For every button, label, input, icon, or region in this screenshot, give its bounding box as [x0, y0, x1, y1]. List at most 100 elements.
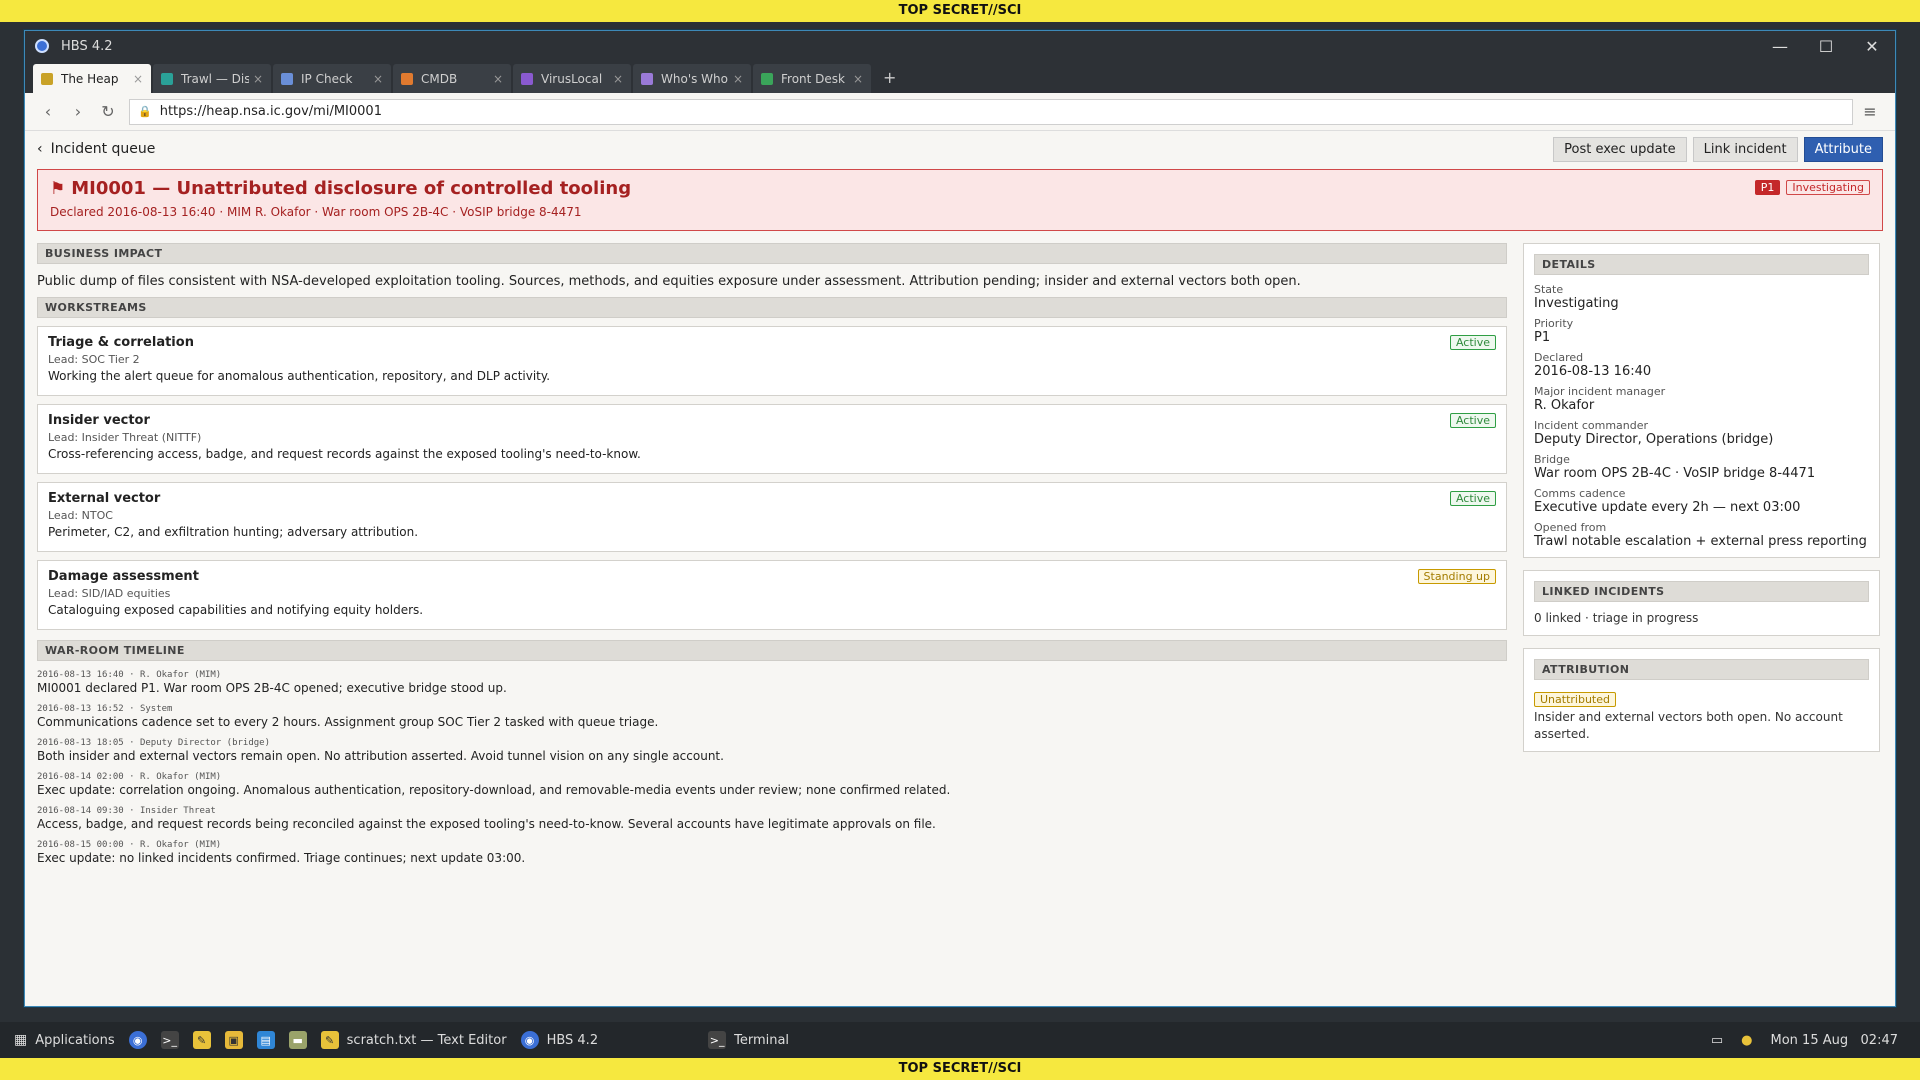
tab-the-heap[interactable]: The Heap × [33, 64, 151, 93]
workstream-card[interactable]: Insider vector Lead: Insider Threat (NITT… [37, 404, 1507, 474]
taskbar-terminal-launcher[interactable]: >_ [160, 1031, 179, 1049]
terminal-window-label: Terminal [734, 1032, 790, 1048]
link-incident-button[interactable]: Link incident [1692, 136, 1798, 162]
reload-button[interactable]: ↻ [93, 102, 123, 121]
detail-value: Investigating [1534, 296, 1619, 311]
document-icon: ▤ [256, 1031, 275, 1049]
taskbar-docs-launcher[interactable]: ▤ [256, 1031, 275, 1049]
tab-who-s-who[interactable]: Who's Who × [633, 64, 751, 93]
clock[interactable]: Mon 15 Aug 02:47 [1771, 1033, 1898, 1048]
clock-time: 02:47 [1860, 1032, 1898, 1048]
taskbar-browser-launcher[interactable]: ◉ [128, 1031, 147, 1049]
attribute-button[interactable]: Attribute [1803, 136, 1883, 162]
applications-menu[interactable]: ▦ Applications [14, 1032, 115, 1048]
side-column: DETAILS State Investigating Priority P1 Decl… [1523, 243, 1880, 865]
workstream-card[interactable]: Triage & correlation Lead: SOC Tier 2 Work… [37, 326, 1507, 396]
priority-badge: P1 [1754, 180, 1781, 195]
timeline-entry-text: Access, badge, and request records being… [37, 817, 936, 831]
workstream-card[interactable]: Damage assessment Lead: SID/IAD equities C… [37, 560, 1507, 630]
state-badge: Investigating [1786, 180, 1870, 195]
forward-button[interactable]: › [63, 102, 93, 121]
workstream-lead: Lead: NTOC [48, 509, 113, 522]
detail-label: Declared [1534, 351, 1584, 364]
tab-close-icon[interactable]: × [373, 72, 383, 86]
timeline-entry: 2016-08-13 16:52 · System Communications … [37, 704, 1507, 729]
close-window-button[interactable]: ✕ [1849, 31, 1895, 61]
workstream-card[interactable]: External vector Lead: NTOC Perimeter, C2, … [37, 482, 1507, 552]
browser-menu-icon[interactable]: ≡ [1853, 102, 1887, 121]
incident-title-row: ⚑ MI0001 — Unattributed disclosure of co… [50, 178, 1870, 199]
tab-label: CMDB [421, 71, 458, 86]
timeline-entry-meta: 2016-08-13 18:05 · Deputy Director (brid… [37, 738, 270, 748]
tab-front-desk[interactable]: Front Desk × [753, 64, 871, 93]
taskbar-store-launcher[interactable]: ▣ [224, 1031, 243, 1049]
taskbar-terminal-window[interactable]: >_ Terminal [708, 1031, 789, 1049]
detail-label: Major incident manager [1534, 385, 1666, 398]
grid-icon: ▦ [14, 1032, 28, 1048]
workstream-status-badge: Active [1449, 335, 1496, 350]
maximize-button[interactable]: ☐ [1803, 31, 1849, 61]
taskbar-notes-launcher[interactable]: ✎ [192, 1031, 211, 1049]
browser-icon: ◉ [520, 1031, 539, 1049]
new-tab-button[interactable]: + [873, 68, 906, 93]
tab-label: Who's Who [661, 71, 728, 86]
tab-trawl-discover[interactable]: Trawl — Discover × [153, 64, 271, 93]
navigation-bar: ‹ › ↻ 🔒 https://heap.nsa.ic.gov/mi/MI000… [25, 93, 1895, 131]
workstream-lead: Lead: Insider Threat (NITTF) [48, 431, 202, 444]
taskbar-hbs-window[interactable]: ◉ HBS 4.2 [520, 1031, 598, 1049]
workstreams-heading: WORKSTREAMS [37, 297, 1507, 318]
tab-close-icon[interactable]: × [133, 72, 143, 86]
incident-badges: P1 Investigating [1754, 180, 1870, 195]
back-to-queue-link[interactable]: ‹ Incident queue [37, 141, 1547, 157]
workstream-title: Triage & correlation [48, 335, 194, 350]
details-card: DETAILS State Investigating Priority P1 Decl… [1523, 243, 1880, 558]
timeline-entry: 2016-08-13 16:40 · R. Okafor (MIM) MI0001… [37, 670, 1507, 695]
workstream-status-badge: Active [1449, 491, 1496, 506]
tab-cmdb[interactable]: CMDB × [393, 64, 511, 93]
tab-label: Trawl — Discover [181, 71, 249, 86]
tab-close-icon[interactable]: × [733, 72, 743, 86]
status-indicator-icon[interactable]: ● [1741, 1033, 1752, 1048]
stack-icon [41, 72, 53, 85]
tab-close-icon[interactable]: × [853, 72, 863, 86]
window-titlebar: HBS 4.2 — ☐ ✕ [25, 31, 1895, 61]
timeline-entry: 2016-08-15 00:00 · R. Okafor (MIM) Exec u… [37, 840, 1507, 865]
tab-label: IP Check [301, 71, 353, 86]
bag-icon: ▣ [224, 1031, 243, 1049]
flag-icon: ⚑ [50, 178, 66, 199]
address-bar[interactable]: 🔒 https://heap.nsa.ic.gov/mi/MI0001 [129, 98, 1853, 125]
attribution-heading: ATTRIBUTION [1534, 659, 1869, 680]
tab-label: The Heap [61, 71, 119, 86]
detail-label: State [1534, 283, 1564, 296]
minimize-button[interactable]: — [1757, 31, 1803, 61]
person-icon [641, 72, 653, 85]
text-editor-icon: ✎ [320, 1031, 339, 1049]
post-exec-update-button[interactable]: Post exec update [1553, 136, 1687, 162]
back-button[interactable]: ‹ [33, 102, 63, 121]
detail-value: Trawl notable escalation + external pres… [1534, 534, 1867, 549]
tab-close-icon[interactable]: × [493, 72, 503, 86]
detail-label: Opened from [1534, 521, 1607, 534]
page-header: ‹ Incident queue Post exec update Link in… [37, 131, 1883, 167]
classification-banner-bottom: TOP SECRET//SCI [0, 1058, 1920, 1080]
detail-value: Executive update every 2h — next 03:00 [1534, 500, 1801, 515]
tab-ip-check[interactable]: IP Check × [273, 64, 391, 93]
taskbar-text-editor[interactable]: ✎ scratch.txt — Text Editor [320, 1031, 507, 1049]
lock-icon: 🔒 [138, 105, 152, 118]
workstream-description: Working the alert queue for anomalous au… [48, 369, 551, 383]
detail-label: Priority [1534, 317, 1574, 330]
details-fields: State Investigating Priority P1 Declared 2016… [1534, 283, 1869, 549]
terminal-icon: >_ [160, 1031, 179, 1049]
terminal-icon: >_ [708, 1031, 727, 1049]
timeline-entry-text: MI0001 declared P1. War room OPS 2B-4C o… [37, 681, 507, 695]
linked-incidents-card: LINKED INCIDENTS 0 linked · triage in pr… [1523, 570, 1880, 636]
tab-close-icon[interactable]: × [613, 72, 623, 86]
notes-icon: ✎ [192, 1031, 211, 1049]
taskbar: ▦ Applications ◉ >_ ✎ ▣ ▤ ▬ ✎ scratch.tx… [0, 1022, 1920, 1058]
taskbar-files-launcher[interactable]: ▬ [288, 1031, 307, 1049]
window-title: HBS 4.2 [61, 38, 113, 54]
tab-close-icon[interactable]: × [253, 72, 263, 86]
display-icon[interactable]: ▭ [1711, 1033, 1723, 1048]
timeline-heading: WAR-ROOM TIMELINE [37, 640, 1507, 661]
tab-viruslocal[interactable]: VirusLocal × [513, 64, 631, 93]
